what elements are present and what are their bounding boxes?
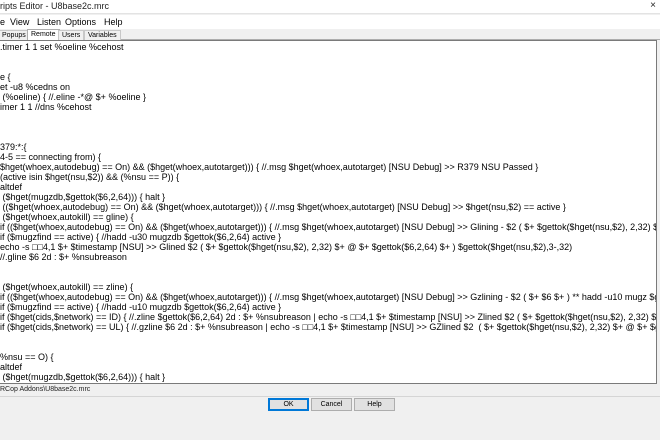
code-line: 379:*:{ <box>0 142 27 152</box>
tab-users[interactable]: Users <box>58 30 85 40</box>
code-line: 4-5 == connecting from) { <box>0 152 102 162</box>
menu-item-listen[interactable]: Listen <box>37 17 61 27</box>
code-editor[interactable]: .timer 1 1 set %oeline %cehost e {et -u8 … <box>0 40 657 384</box>
code-line: e { <box>0 72 11 82</box>
code-line: altdef <box>0 362 23 372</box>
code-line: if ($mugzfind == active) { //hadd -u10 m… <box>0 302 282 312</box>
code-line: if ($mugzfind == active) { //hadd -u30 m… <box>0 232 282 242</box>
code-line: imer 1 1 //dns %cehost <box>0 102 92 112</box>
code-line: .timer 1 1 set %oeline %cehost <box>0 42 124 52</box>
code-line: //.gline $6 2d : $+ %nsubreason <box>0 252 127 262</box>
status-bar: RCop Addons\U8base2c.mrc OK Cancel Help <box>0 384 660 414</box>
menu-bar: e View Listen Options Help <box>0 15 660 29</box>
close-icon[interactable]: × <box>650 0 656 11</box>
code-line: if (($hget(whoex,autodebug) == On) && ($… <box>0 222 657 232</box>
menu-item-file[interactable]: e <box>0 17 5 27</box>
code-line: echo -s □□4,1 $+ $timestamp [NSU] >> Gli… <box>0 242 573 252</box>
code-line: %nsu == O) { <box>0 352 54 362</box>
tab-variables[interactable]: Variables <box>84 30 121 40</box>
title-bar: ripts Editor - U8base2c.mrc × <box>0 0 660 14</box>
dialog-footer <box>0 414 660 440</box>
code-line: ($hget(whoex,autokill) == gline) { <box>0 212 134 222</box>
ok-button[interactable]: OK <box>268 398 309 411</box>
menu-item-help[interactable]: Help <box>104 17 123 27</box>
code-line: (($hget(whoex,autodebug) == On) && ($hge… <box>0 202 566 212</box>
tab-popups[interactable]: Popups <box>0 30 30 40</box>
help-button[interactable]: Help <box>354 398 395 411</box>
separator <box>0 396 660 397</box>
menu-item-view[interactable]: View <box>10 17 29 27</box>
cancel-button[interactable]: Cancel <box>311 398 352 411</box>
code-line: ($hget(whoex,autokill) == zline) { <box>0 282 134 292</box>
code-line: if ($hget(cids,$network) == UL) { //.gzl… <box>0 322 657 332</box>
code-line: ($hget(mugzdb,$gettok($6,2,64))) { halt … <box>0 192 166 202</box>
code-line: altdef <box>0 182 23 192</box>
code-line: et -u8 %cedns on <box>0 82 71 92</box>
code-line: ($hget(mugzdb,$gettok($6,2,64))) { halt … <box>0 372 166 382</box>
code-line: (active isin $hget(nsu,$2)) && (%nsu == … <box>0 172 180 182</box>
window-title: ripts Editor - U8base2c.mrc <box>0 1 110 11</box>
code-line: if (($hget(whoex,autodebug) == On) && ($… <box>0 292 657 302</box>
tab-strip: Popups Remote Users Variables <box>0 29 660 40</box>
tab-remote[interactable]: Remote <box>27 29 60 40</box>
code-line: (%oeline) { //.eline -*@ $+ %oeline } <box>0 92 146 102</box>
file-path: RCop Addons\U8base2c.mrc <box>0 386 91 393</box>
code-line: if ($hget(cids,$network) == ID) { //.zli… <box>0 312 657 322</box>
code-line: $hget(whoex,autodebug) == On) && ($hget(… <box>0 162 539 172</box>
menu-item-options[interactable]: Options <box>65 17 96 27</box>
